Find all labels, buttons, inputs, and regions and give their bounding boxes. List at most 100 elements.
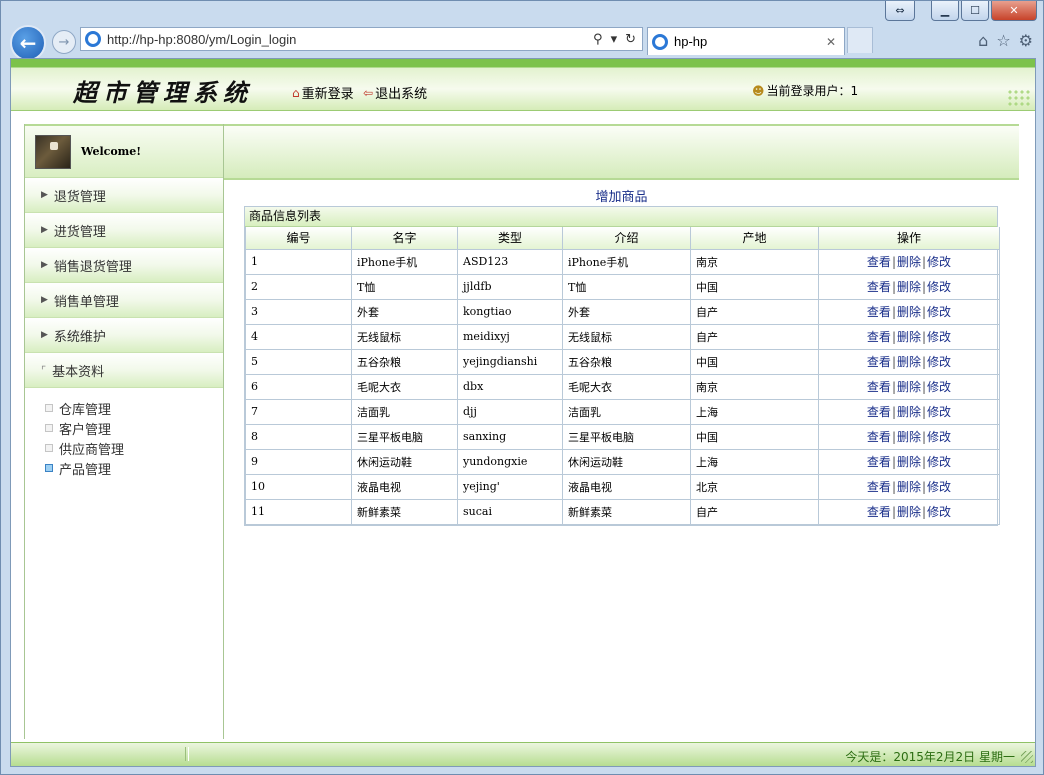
triangle-right-icon: ▶ [41, 225, 48, 235]
separator: | [922, 480, 927, 494]
favorites-star-icon[interactable]: ☆ [996, 31, 1010, 50]
edit-link[interactable]: 修改 [927, 380, 951, 394]
sidebar-item-label: 系统维护 [53, 329, 106, 345]
cell-origin: 自产 [690, 298, 819, 325]
url-text[interactable]: http://hp-hp:8080/ym/Login_login [107, 32, 593, 47]
edit-link[interactable]: 修改 [927, 480, 951, 494]
square-bullet-icon [45, 464, 53, 472]
separator: | [891, 455, 896, 469]
view-link[interactable]: 查看 [867, 355, 891, 369]
top-banner: 超市管理系统 ⌂ 重新登录 ⇦ 退出系统 ☻ 当前登录用户：1 [11, 59, 1035, 111]
edit-link[interactable]: 修改 [927, 255, 951, 269]
table-row: 8 三星平板电脑 sanxing 三星平板电脑 中国 查看|删除|修改 [245, 423, 1000, 450]
sidebar-item-sales-order[interactable]: ▶ 销售单管理 [25, 283, 223, 318]
delete-link[interactable]: 删除 [897, 455, 921, 469]
view-link[interactable]: 查看 [867, 430, 891, 444]
triangle-right-icon: ▶ [41, 260, 48, 270]
edit-link[interactable]: 修改 [927, 305, 951, 319]
refresh-icon[interactable]: ↻ [625, 32, 636, 47]
delete-link[interactable]: 删除 [897, 480, 921, 494]
cell-origin: 中国 [690, 348, 819, 375]
delete-link[interactable]: 删除 [897, 505, 921, 519]
submenu-item-product[interactable]: 产品管理 [45, 458, 223, 478]
sidebar-item-label: 进货管理 [53, 224, 106, 240]
delete-link[interactable]: 删除 [897, 380, 921, 394]
view-link[interactable]: 查看 [867, 405, 891, 419]
cell-origin: 南京 [690, 373, 819, 400]
tab-active[interactable]: hp-hp ✕ [647, 27, 845, 55]
view-link[interactable]: 查看 [867, 280, 891, 294]
avatar [35, 134, 71, 169]
close-tab-icon[interactable]: ✕ [826, 35, 844, 49]
close-window-button[interactable]: ✕ [991, 1, 1037, 21]
view-link[interactable]: 查看 [867, 305, 891, 319]
delete-link[interactable]: 删除 [897, 330, 921, 344]
search-icon[interactable]: ⚲ [593, 32, 603, 47]
view-link[interactable]: 查看 [867, 330, 891, 344]
dropdown-icon[interactable]: ▾ [611, 32, 618, 47]
window-controls: ⇔ ▁ ☐ ✕ [885, 1, 1037, 21]
cell-name: 洁面乳 [351, 398, 458, 425]
separator: | [891, 430, 896, 444]
gear-icon[interactable]: ⚙ [1019, 31, 1033, 50]
delete-link[interactable]: 删除 [897, 405, 921, 419]
submenu-item-customer[interactable]: 客户管理 [45, 418, 223, 438]
view-link[interactable]: 查看 [867, 480, 891, 494]
cell-name: 休闲运动鞋 [351, 448, 458, 475]
submenu-item-supplier[interactable]: 供应商管理 [45, 438, 223, 458]
restore-icon[interactable]: ⇔ [885, 1, 915, 21]
delete-link[interactable]: 删除 [897, 430, 921, 444]
edit-link[interactable]: 修改 [927, 355, 951, 369]
col-header-ops: 操作 [818, 227, 1000, 250]
sidebar-item-basic-data[interactable]: ⌜ 基本资料 [25, 353, 223, 388]
delete-link[interactable]: 删除 [897, 280, 921, 294]
resize-grip-icon[interactable] [1021, 751, 1033, 763]
sidebar-item-return[interactable]: ▶ 退货管理 [25, 178, 223, 213]
square-bullet-icon [45, 424, 53, 432]
cell-desc: 休闲运动鞋 [562, 448, 691, 475]
cell-id: 7 [245, 398, 352, 425]
forward-button[interactable]: → [52, 30, 76, 54]
delete-link[interactable]: 删除 [897, 305, 921, 319]
basic-data-submenu: 仓库管理 客户管理 供应商管理 产品管理 [25, 388, 223, 478]
minimize-button[interactable]: ▁ [931, 1, 959, 21]
view-link[interactable]: 查看 [867, 255, 891, 269]
separator: | [922, 380, 927, 394]
cell-id: 5 [245, 348, 352, 375]
table-row: 7 洁面乳 djj 洁面乳 上海 查看|删除|修改 [245, 398, 1000, 425]
submenu-label: 产品管理 [59, 462, 112, 478]
logout-link[interactable]: ⇦ 退出系统 [363, 83, 427, 103]
add-product-link[interactable]: 增加商品 [224, 186, 1019, 205]
edit-link[interactable]: 修改 [927, 330, 951, 344]
product-table-panel: 商品信息列表 编号 名字 类型 介绍 产地 操作 1 iPhone手机 ASD1… [244, 206, 1000, 526]
home-icon[interactable]: ⌂ [978, 31, 988, 50]
table-row: 4 无线鼠标 meidixyj 无线鼠标 自产 查看|删除|修改 [245, 323, 1000, 350]
edit-link[interactable]: 修改 [927, 505, 951, 519]
cell-origin: 中国 [690, 423, 819, 450]
submenu-item-warehouse[interactable]: 仓库管理 [45, 398, 223, 418]
view-link[interactable]: 查看 [867, 505, 891, 519]
edit-link[interactable]: 修改 [927, 280, 951, 294]
cell-desc: 毛呢大衣 [562, 373, 691, 400]
edit-link[interactable]: 修改 [927, 405, 951, 419]
edit-link[interactable]: 修改 [927, 430, 951, 444]
edit-link[interactable]: 修改 [927, 455, 951, 469]
sidebar-item-sales-return[interactable]: ▶ 销售退货管理 [25, 248, 223, 283]
view-link[interactable]: 查看 [867, 455, 891, 469]
cell-desc: T恤 [562, 273, 691, 300]
relogin-link[interactable]: ⌂ 重新登录 [292, 83, 354, 103]
sidebar-item-label: 销售退货管理 [53, 259, 132, 275]
sidebar-item-purchase[interactable]: ▶ 进货管理 [25, 213, 223, 248]
new-tab-button[interactable] [847, 27, 873, 53]
maximize-button[interactable]: ☐ [961, 1, 989, 21]
cell-ops: 查看|删除|修改 [818, 498, 1000, 525]
col-header-origin: 产地 [690, 227, 819, 250]
sidebar-item-system[interactable]: ▶ 系统维护 [25, 318, 223, 353]
delete-link[interactable]: 删除 [897, 255, 921, 269]
cell-origin: 北京 [690, 473, 819, 500]
delete-link[interactable]: 删除 [897, 355, 921, 369]
back-button[interactable]: ← [10, 25, 46, 61]
welcome-panel: Welcome! [25, 124, 223, 178]
view-link[interactable]: 查看 [867, 380, 891, 394]
address-bar[interactable]: http://hp-hp:8080/ym/Login_login ⚲ ▾ ↻ [80, 27, 643, 51]
